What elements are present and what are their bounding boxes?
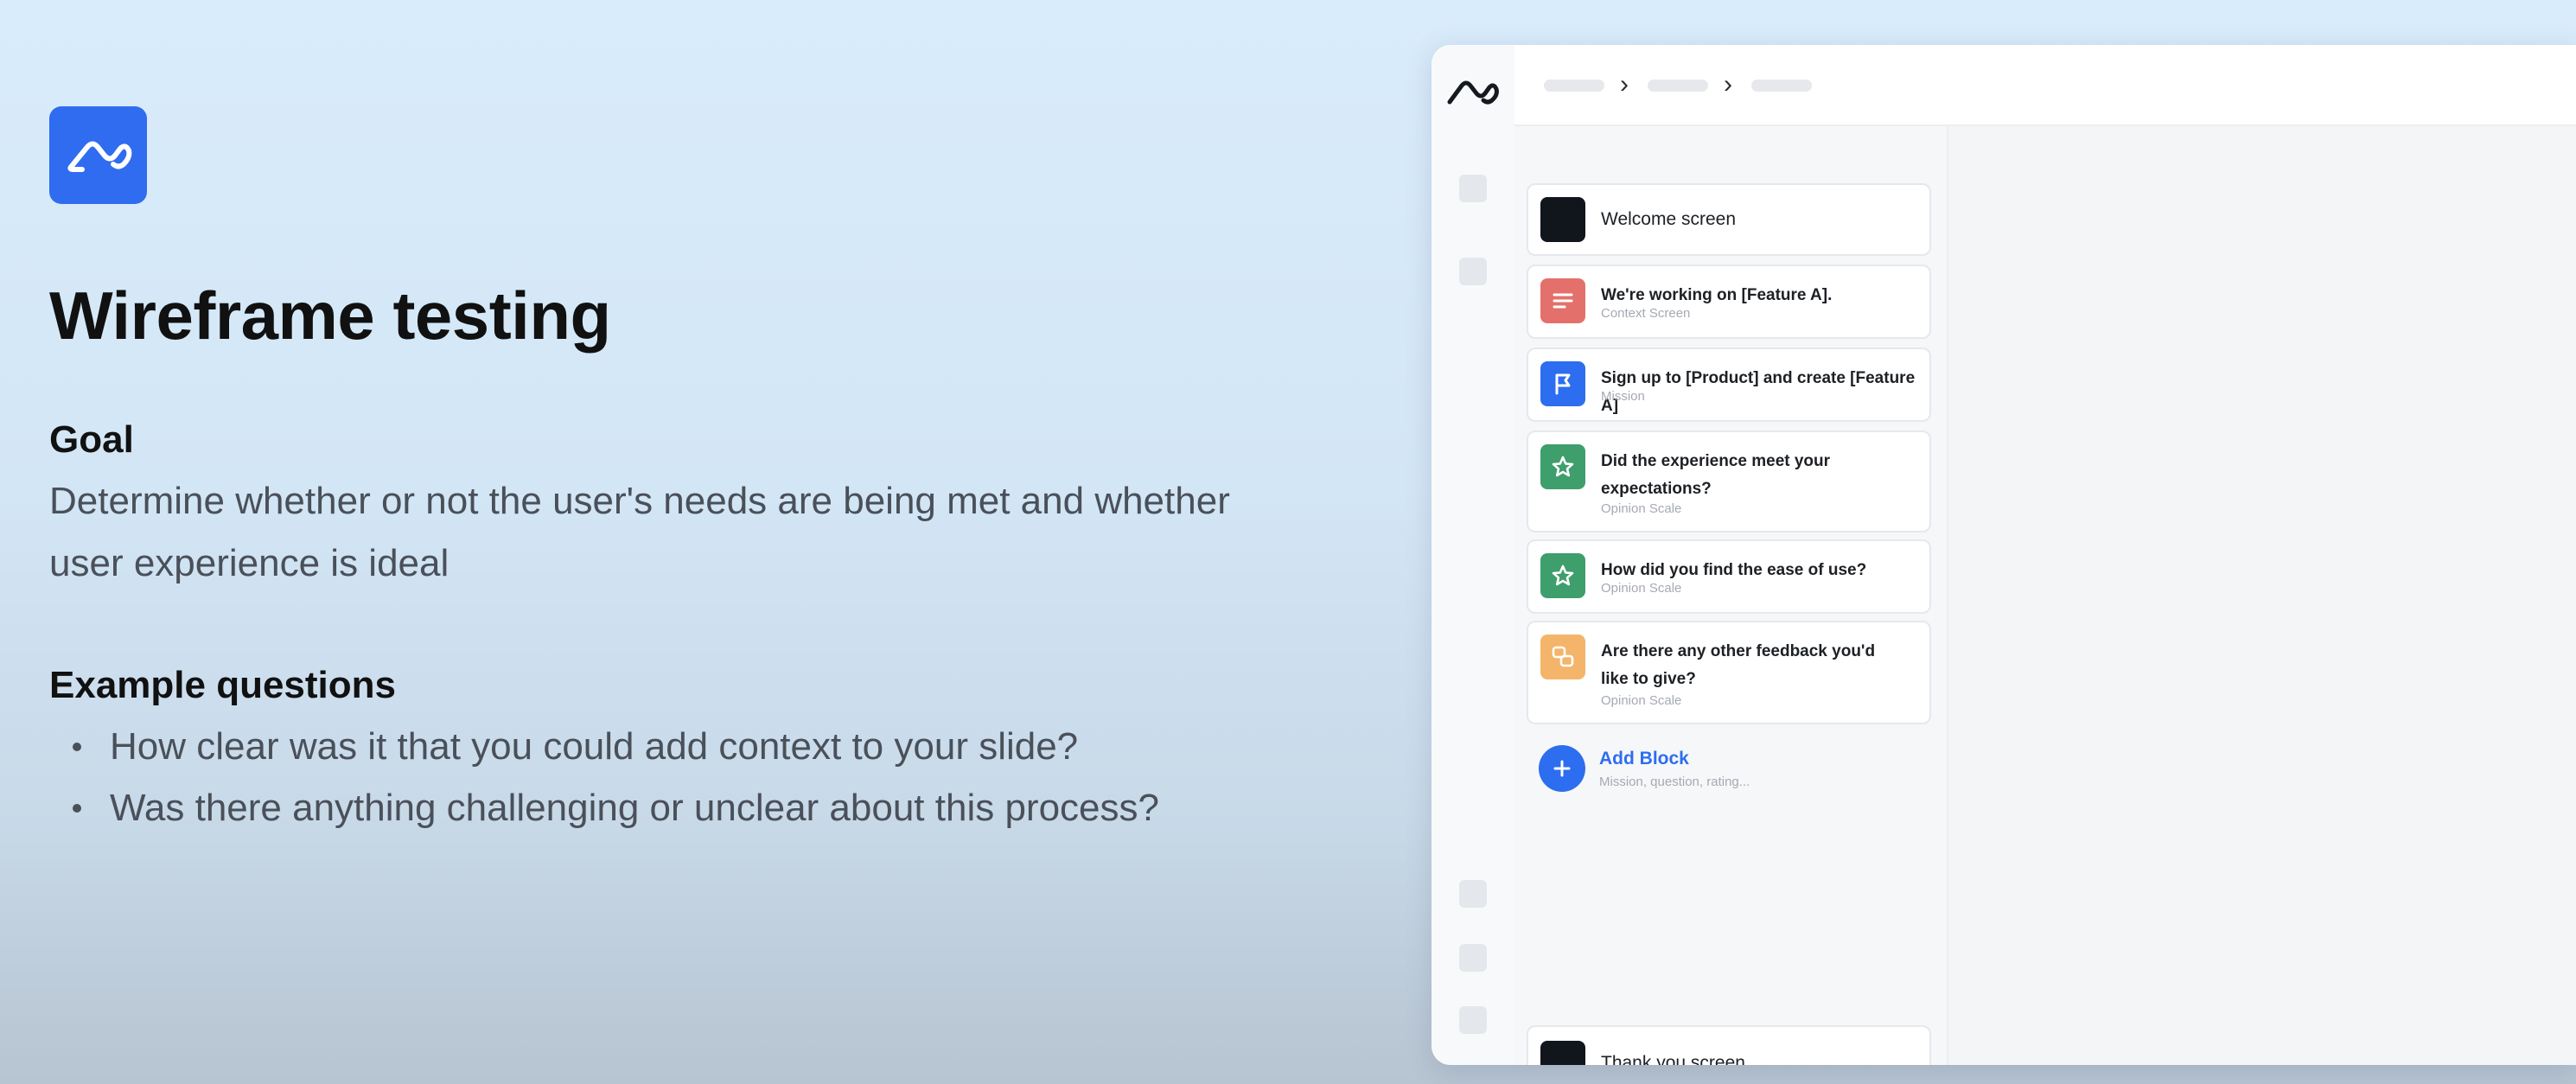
block-thank-you-screen[interactable]: Thank you screen	[1527, 1025, 1931, 1065]
maze-logo-icon	[67, 141, 131, 172]
rail-nav-item[interactable]	[1459, 880, 1487, 908]
block-context-screen[interactable]: We're working on [Feature A]. Context Sc…	[1527, 265, 1931, 339]
question-item: Was there anything challenging or unclea…	[69, 777, 1159, 839]
chevron-right-icon: ›	[1620, 70, 1629, 99]
welcome-screen-icon	[1540, 197, 1585, 242]
rail-nav-item[interactable]	[1459, 175, 1487, 202]
left-rail	[1431, 45, 1516, 1065]
slide-title: Wireframe testing	[49, 277, 611, 354]
breadcrumb-placeholder[interactable]	[1544, 80, 1604, 92]
block-title: Sign up to [Product] and create [Feature…	[1601, 369, 1916, 415]
rail-nav-item[interactable]	[1459, 944, 1487, 972]
block-subtitle: Mission	[1601, 389, 1645, 404]
top-bar: › ›	[1514, 45, 2576, 126]
block-subtitle: Opinion Scale	[1601, 693, 1682, 708]
star-icon	[1540, 553, 1585, 598]
blocks-panel: Welcome screen We're working on [Feature…	[1514, 126, 2004, 1065]
block-title: Did the experience meet your expectation…	[1601, 452, 1831, 498]
block-opinion-scale[interactable]: Did the experience meet your expectation…	[1527, 430, 1931, 532]
block-title: Thank you screen	[1601, 1053, 1745, 1065]
goal-heading: Goal	[49, 418, 134, 461]
chevron-right-icon: ›	[1724, 70, 1732, 99]
breadcrumb-placeholder[interactable]	[1751, 80, 1812, 92]
rail-nav-item[interactable]	[1459, 1006, 1487, 1034]
block-title: Are there any other feedback you'd like …	[1601, 642, 1876, 688]
preview-canvas[interactable]	[1948, 126, 2576, 1065]
block-opinion-scale[interactable]: How did you find the ease of use? Opinio…	[1527, 539, 1931, 614]
question-text: How clear was it that you could add cont…	[110, 725, 1079, 768]
flag-icon	[1540, 361, 1585, 406]
add-block-subtitle: Mission, question, rating...	[1599, 775, 1750, 789]
maze-logo-icon[interactable]	[1444, 76, 1500, 111]
bullet-dot	[73, 743, 81, 751]
block-mission[interactable]: Sign up to [Product] and create [Feature…	[1527, 348, 1931, 422]
block-subtitle: Opinion Scale	[1601, 501, 1682, 516]
maze-logo-tile	[49, 106, 147, 204]
text-lines-icon	[1540, 278, 1585, 323]
app-window: › › Welcome screen We're working on [Fea…	[1431, 45, 2576, 1065]
questions-heading: Example questions	[49, 664, 397, 706]
goal-text: Determine whether or not the user's need…	[49, 480, 1230, 584]
block-subtitle: Context Screen	[1601, 306, 1691, 321]
example-questions-list: How clear was it that you could add cont…	[69, 716, 1159, 839]
block-title: Welcome screen	[1601, 209, 1737, 229]
question-item: How clear was it that you could add cont…	[69, 716, 1159, 777]
plus-icon	[1553, 760, 1571, 777]
add-block-button[interactable]	[1539, 745, 1585, 792]
bullet-dot	[73, 804, 81, 813]
question-text: Was there anything challenging or unclea…	[110, 787, 1159, 829]
star-icon	[1540, 444, 1585, 489]
breadcrumb-placeholder[interactable]	[1648, 80, 1708, 92]
rail-nav-item[interactable]	[1459, 258, 1487, 285]
add-block-label[interactable]: Add Block	[1599, 749, 1689, 769]
block-feedback[interactable]: Are there any other feedback you'd like …	[1527, 621, 1931, 724]
block-welcome-screen[interactable]: Welcome screen	[1527, 183, 1931, 256]
thank-you-screen-icon	[1540, 1041, 1585, 1065]
chat-bubbles-icon	[1540, 634, 1585, 679]
block-subtitle: Opinion Scale	[1601, 581, 1682, 596]
